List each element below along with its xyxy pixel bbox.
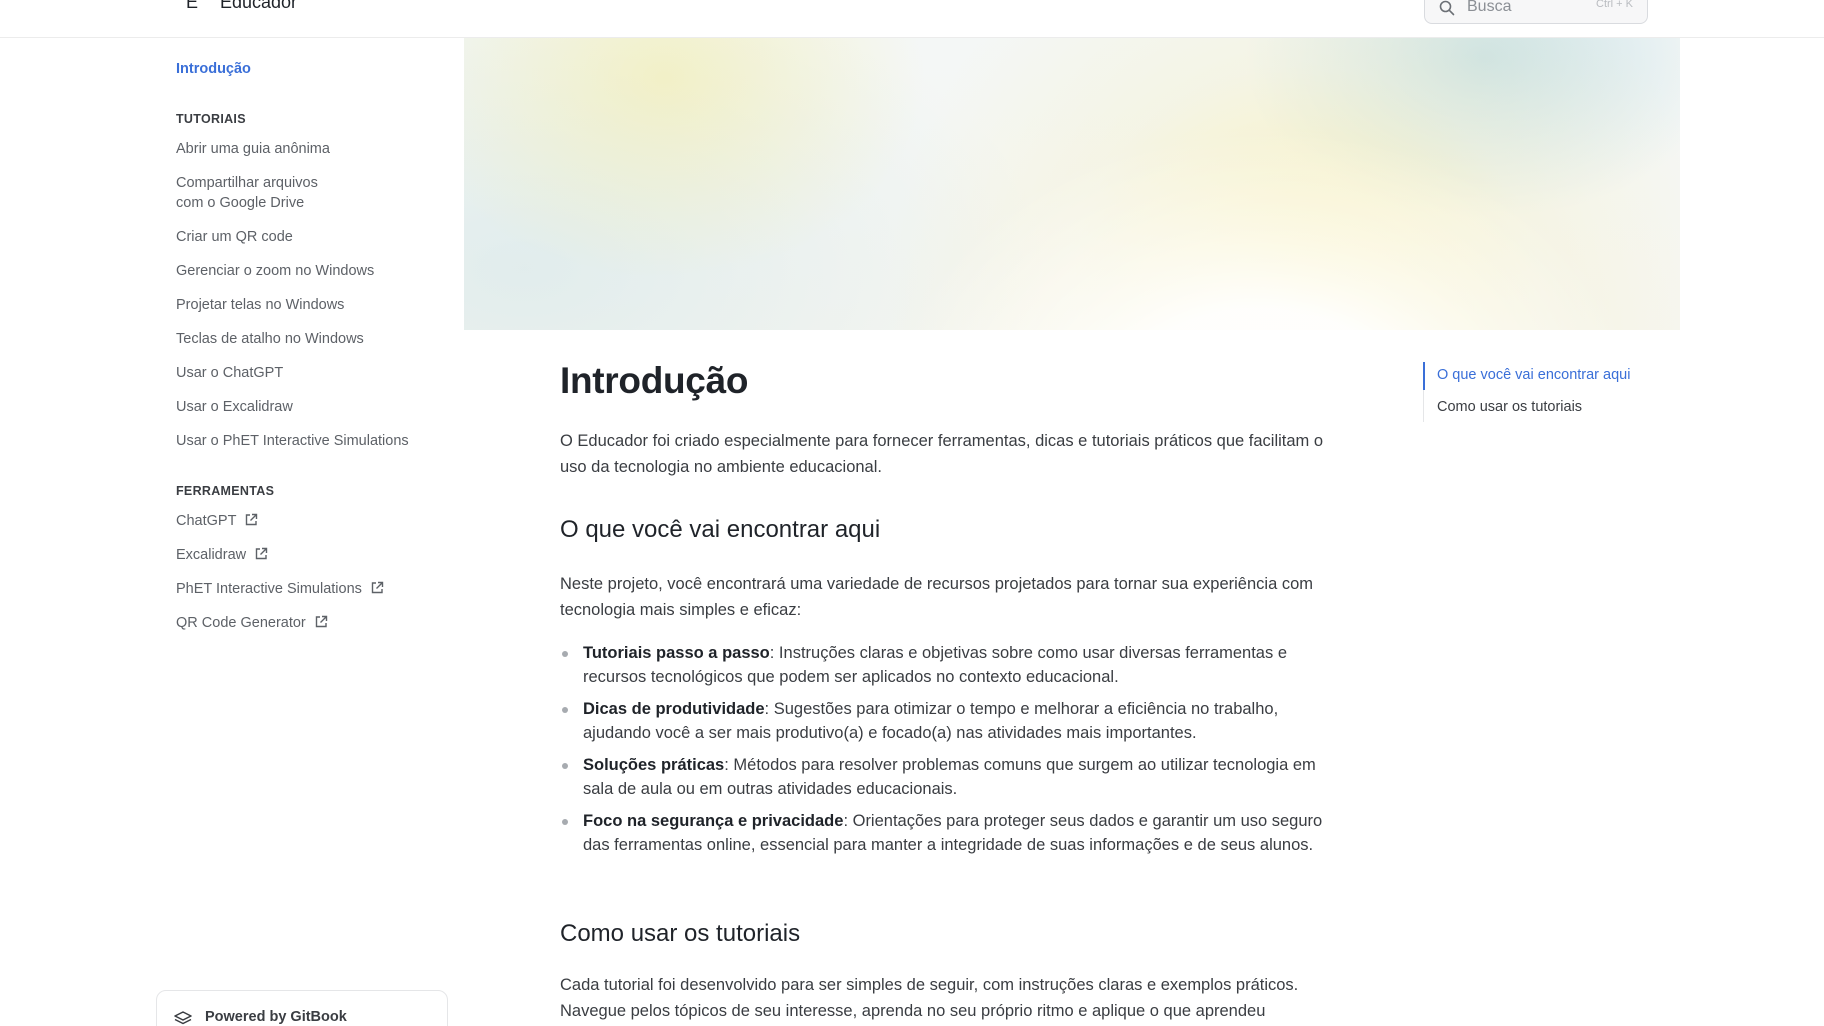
section-heading-o-que-encontrar[interactable]: O que você vai encontrar aqui	[560, 516, 880, 544]
sidebar-item-usar-phet[interactable]: Usar o PhET Interactive Simulations	[176, 431, 409, 451]
list-item-bold: Dicas de produtividade	[583, 700, 765, 718]
sidebar: Introdução TUTORIAIS Abrir uma guia anôn…	[0, 38, 464, 1026]
section-heading-como-usar[interactable]: Como usar os tutoriais	[560, 920, 800, 948]
toc-item-o-que-encontrar[interactable]: O que você vai encontrar aqui	[1437, 367, 1630, 383]
sidebar-section-tutoriais: TUTORIAIS	[176, 112, 246, 126]
sidebar-item-gerenciar-zoom[interactable]: Gerenciar o zoom no Windows	[176, 261, 374, 281]
list-item: Dicas de produtividade: Sugestões para o…	[560, 697, 1340, 745]
sidebar-item-abrir-guia-anonima[interactable]: Abrir uma guia anônima	[176, 139, 330, 159]
toc-active-indicator	[1423, 362, 1425, 390]
sidebar-link-phet[interactable]: PhET Interactive Simulations	[176, 579, 384, 599]
sidebar-item-projetar-telas[interactable]: Projetar telas no Windows	[176, 295, 344, 315]
sidebar-item-label: PhET Interactive Simulations	[176, 581, 362, 597]
search-shortcut: Ctrl + K	[1596, 0, 1633, 10]
sidebar-section-ferramentas: FERRAMENTAS	[176, 484, 275, 498]
search-input[interactable]: Busca Ctrl + K	[1424, 0, 1648, 24]
sidebar-item-criar-qr-code[interactable]: Criar um QR code	[176, 227, 293, 247]
external-link-icon	[246, 513, 258, 526]
powered-by-label: Powered by GitBook	[205, 1009, 347, 1025]
page-outline: O que você vai encontrar aqui Como usar …	[1423, 362, 1663, 422]
site-title[interactable]: Educador	[220, 0, 297, 13]
list-item: Soluções práticas: Métodos para resolver…	[560, 753, 1340, 801]
sidebar-link-excalidraw[interactable]: Excalidraw	[176, 545, 268, 565]
sidebar-item-label: com o Google Drive	[176, 195, 305, 211]
toc-item-como-usar[interactable]: Como usar os tutoriais	[1437, 399, 1582, 415]
external-link-icon	[255, 547, 268, 560]
cover-image	[464, 38, 1680, 330]
gitbook-icon	[174, 1011, 192, 1025]
sidebar-item-label: QR Code Generator	[176, 615, 306, 631]
search-icon	[1439, 0, 1455, 16]
intro-paragraph: O Educador foi criado especialmente para…	[560, 432, 1324, 476]
list-item: Foco na segurança e privacidade: Orienta…	[560, 809, 1340, 857]
sidebar-item-label: ChatGPT	[176, 513, 237, 529]
list-item: Tutoriais passo a passo: Instruções clar…	[560, 641, 1340, 689]
sidebar-item-introducao[interactable]: Introdução	[176, 59, 251, 79]
top-header: E Educador Busca Ctrl + K	[0, 0, 1824, 38]
site-logo-icon[interactable]: E	[186, 0, 198, 13]
list-item-bold: Tutoriais passo a passo	[583, 644, 770, 662]
external-link-icon	[371, 581, 384, 594]
sidebar-link-chatgpt[interactable]: ChatGPT	[176, 511, 258, 531]
sidebar-link-qr-code-generator[interactable]: QR Code Generator	[176, 613, 328, 633]
page-title: Introdução	[560, 360, 749, 401]
sidebar-item-label: Excalidraw	[176, 547, 247, 563]
sidebar-item-usar-excalidraw[interactable]: Usar o Excalidraw	[176, 397, 293, 417]
sidebar-item-teclas-atalho[interactable]: Teclas de atalho no Windows	[176, 329, 364, 349]
sidebar-item-compartilhar-arquivos[interactable]: Compartilhar arquivos com o Google Drive	[176, 173, 318, 213]
list-item-bold: Foco na segurança e privacidade	[583, 812, 844, 830]
sidebar-item-usar-chatgpt[interactable]: Usar o ChatGPT	[176, 363, 283, 383]
powered-by-gitbook[interactable]: Powered by GitBook	[156, 990, 448, 1026]
section1-paragraph: Neste projeto, você encontrará uma varie…	[560, 575, 1313, 619]
list-item-bold: Soluções práticas	[583, 756, 725, 774]
sidebar-item-label: Compartilhar arquivos	[176, 175, 318, 191]
search-placeholder: Busca	[1467, 0, 1512, 15]
section2-paragraph: Cada tutorial foi desenvolvido para ser …	[560, 976, 1299, 1020]
external-link-icon	[315, 615, 327, 628]
